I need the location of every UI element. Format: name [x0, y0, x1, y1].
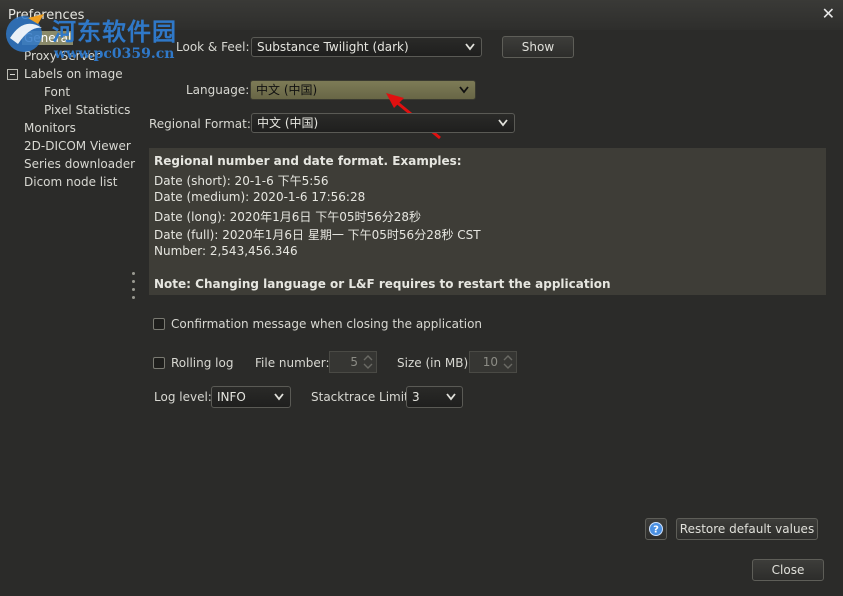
size-value: 10: [482, 355, 498, 369]
format-examples-panel: Regional number and date format. Example…: [149, 148, 826, 295]
sidebar-item-labels-on-image[interactable]: Labels on image: [24, 67, 123, 81]
date-long-example: Date (long): 2020年1月6日 下午05时56分28秒: [154, 210, 422, 224]
sidebar-item-monitors[interactable]: Monitors: [24, 121, 76, 135]
sidebar-item-series-downloader[interactable]: Series downloader: [24, 157, 135, 171]
date-full-example: Date (full): 2020年1月6日 星期一 下午05时56分28秒 C…: [154, 228, 481, 242]
size-label: Size (in MB):: [397, 356, 473, 370]
regional-format-select[interactable]: 中文 (中国): [251, 113, 515, 133]
sidebar-item-proxy-server[interactable]: Proxy Server: [24, 49, 100, 63]
spinner-arrows-icon[interactable]: [362, 354, 374, 370]
show-button[interactable]: Show: [502, 36, 574, 58]
sidebar-item-general[interactable]: General: [22, 31, 74, 45]
collapse-icon[interactable]: [7, 69, 18, 80]
spinner-arrows-icon[interactable]: [502, 354, 514, 370]
chevron-down-icon: [465, 43, 475, 51]
file-number-value: 5: [350, 355, 358, 369]
number-example: Number: 2,543,456.346: [154, 244, 298, 258]
sidebar-item-2d-dicom-viewer[interactable]: 2D-DICOM Viewer: [24, 139, 131, 153]
chevron-down-icon: [274, 393, 284, 401]
close-button[interactable]: Close: [752, 559, 824, 581]
confirm-close-checkbox[interactable]: [153, 318, 165, 330]
size-spinner[interactable]: 10: [469, 351, 517, 373]
file-number-spinner[interactable]: 5: [329, 351, 377, 373]
restore-defaults-button[interactable]: Restore default values: [676, 518, 818, 540]
split-pane-divider[interactable]: [132, 272, 136, 304]
chevron-down-icon: [498, 119, 508, 127]
help-icon: ?: [649, 522, 663, 536]
rolling-log-label: Rolling log: [171, 356, 234, 370]
title-bar: Preferences ✕: [0, 0, 843, 30]
log-level-label: Log level:: [154, 390, 212, 404]
stacktrace-limit-label: Stacktrace Limit:: [311, 390, 413, 404]
regional-format-label: Regional Format:: [149, 117, 251, 131]
regional-format-value: 中文 (中国): [257, 116, 319, 130]
stacktrace-limit-select[interactable]: 3: [406, 386, 463, 408]
look-feel-value: Substance Twilight (dark): [257, 40, 409, 54]
preferences-tree: General Proxy Server Labels on image Fon…: [0, 30, 140, 560]
stacktrace-limit-value: 3: [412, 390, 420, 404]
chevron-down-icon: [446, 393, 456, 401]
close-icon[interactable]: ✕: [822, 6, 835, 22]
look-feel-label: Look & Feel:: [176, 40, 250, 54]
log-level-select[interactable]: INFO: [211, 386, 291, 408]
date-medium-example: Date (medium): 2020-1-6 17:56:28: [154, 190, 366, 204]
help-button[interactable]: ?: [645, 518, 667, 540]
chevron-down-icon: [459, 86, 469, 94]
log-level-value: INFO: [217, 390, 246, 404]
date-short-example: Date (short): 20-1-6 下午5:56: [154, 174, 329, 188]
file-number-label: File number:: [255, 356, 330, 370]
svg-text:?: ?: [653, 525, 659, 536]
sidebar-item-pixel-statistics[interactable]: Pixel Statistics: [44, 103, 130, 117]
sidebar-item-font[interactable]: Font: [44, 85, 70, 99]
sidebar-item-dicom-node-list[interactable]: Dicom node list: [24, 175, 117, 189]
language-label: Language:: [186, 83, 250, 97]
restart-note: Note: Changing language or L&F requires …: [154, 277, 611, 291]
examples-heading: Regional number and date format. Example…: [154, 154, 462, 168]
language-value: 中文 (中国): [256, 83, 318, 97]
window-title: Preferences: [8, 8, 85, 23]
look-feel-select[interactable]: Substance Twilight (dark): [251, 37, 482, 57]
confirm-close-label: Confirmation message when closing the ap…: [171, 317, 483, 331]
rolling-log-checkbox[interactable]: [153, 357, 165, 369]
